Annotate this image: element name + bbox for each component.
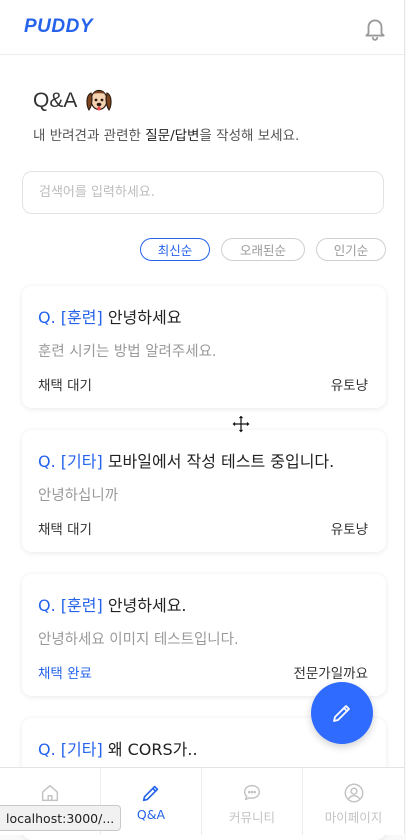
search-input[interactable] [22, 171, 384, 214]
app-frame: PUDDY Q&A 내 반려견과 관련한 질문/답변을 작성해 보세요. 최신순… [0, 0, 405, 840]
post-author: 유토냥 [330, 522, 368, 538]
status-url-tooltip: localhost:3000/... [0, 805, 122, 831]
post-card[interactable]: Q. [기타] 모바일에서 작성 테스트 중입니다. 안녕하십니까 채택 대기 … [22, 430, 386, 552]
post-title: Q. [기타] 왜 CORS가.. [38, 740, 198, 759]
page-title-row: Q&A [33, 86, 113, 116]
sort-options: 최신순 오래된순 인기순 [0, 238, 404, 263]
nav-label: 커뮤니티 [228, 810, 275, 825]
post-title: Q. [훈련] 안녕하세요 [38, 308, 182, 327]
pencil-icon [142, 785, 159, 802]
post-body: 안녕하십니까 [38, 488, 119, 504]
page-subtitle: 내 반려견과 관련한 질문/답변을 작성해 보세요. [33, 128, 300, 144]
post-title: Q. [훈련] 안녕하세요. [38, 596, 187, 615]
post-card[interactable]: Q. [훈련] 안녕하세요 훈련 시키는 방법 알려주세요. 채택 대기 유토냥 [22, 286, 386, 408]
post-author: 전문가일까요 [293, 666, 368, 682]
post-body: 훈련 시키는 방법 알려주세요. [38, 344, 217, 360]
post-body: 안녕하세요 이미지 테스트입니다. [38, 632, 239, 648]
nav-community[interactable]: 커뮤니티 [202, 768, 303, 835]
nav-mypage[interactable]: 마이페이지 [303, 768, 404, 835]
pencil-icon [333, 705, 350, 722]
nav-label: 마이페이지 [324, 810, 383, 825]
status-badge: 채택 대기 [38, 522, 92, 538]
logo[interactable]: PUDDY [24, 16, 93, 38]
bell-icon[interactable] [362, 15, 388, 41]
home-icon [41, 784, 59, 802]
sort-popular[interactable]: 인기순 [316, 238, 386, 261]
move-cursor-icon [231, 414, 251, 434]
user-icon [344, 783, 363, 803]
page-title: Q&A [33, 89, 78, 112]
chat-icon [243, 784, 261, 801]
status-badge: 채택 완료 [38, 666, 92, 682]
post-author: 유토냥 [330, 378, 368, 394]
app-header: PUDDY [0, 0, 404, 55]
write-post-button[interactable] [311, 682, 373, 744]
sort-latest[interactable]: 최신순 [140, 238, 210, 261]
post-card[interactable]: Q. [훈련] 안녕하세요. 안녕하세요 이미지 테스트입니다. 채택 완료 전… [22, 574, 386, 696]
status-badge: 채택 대기 [38, 378, 92, 394]
post-title: Q. [기타] 모바일에서 작성 테스트 중입니다. [38, 452, 335, 471]
sort-oldest[interactable]: 오래된순 [221, 238, 305, 261]
dog-icon [86, 89, 112, 112]
